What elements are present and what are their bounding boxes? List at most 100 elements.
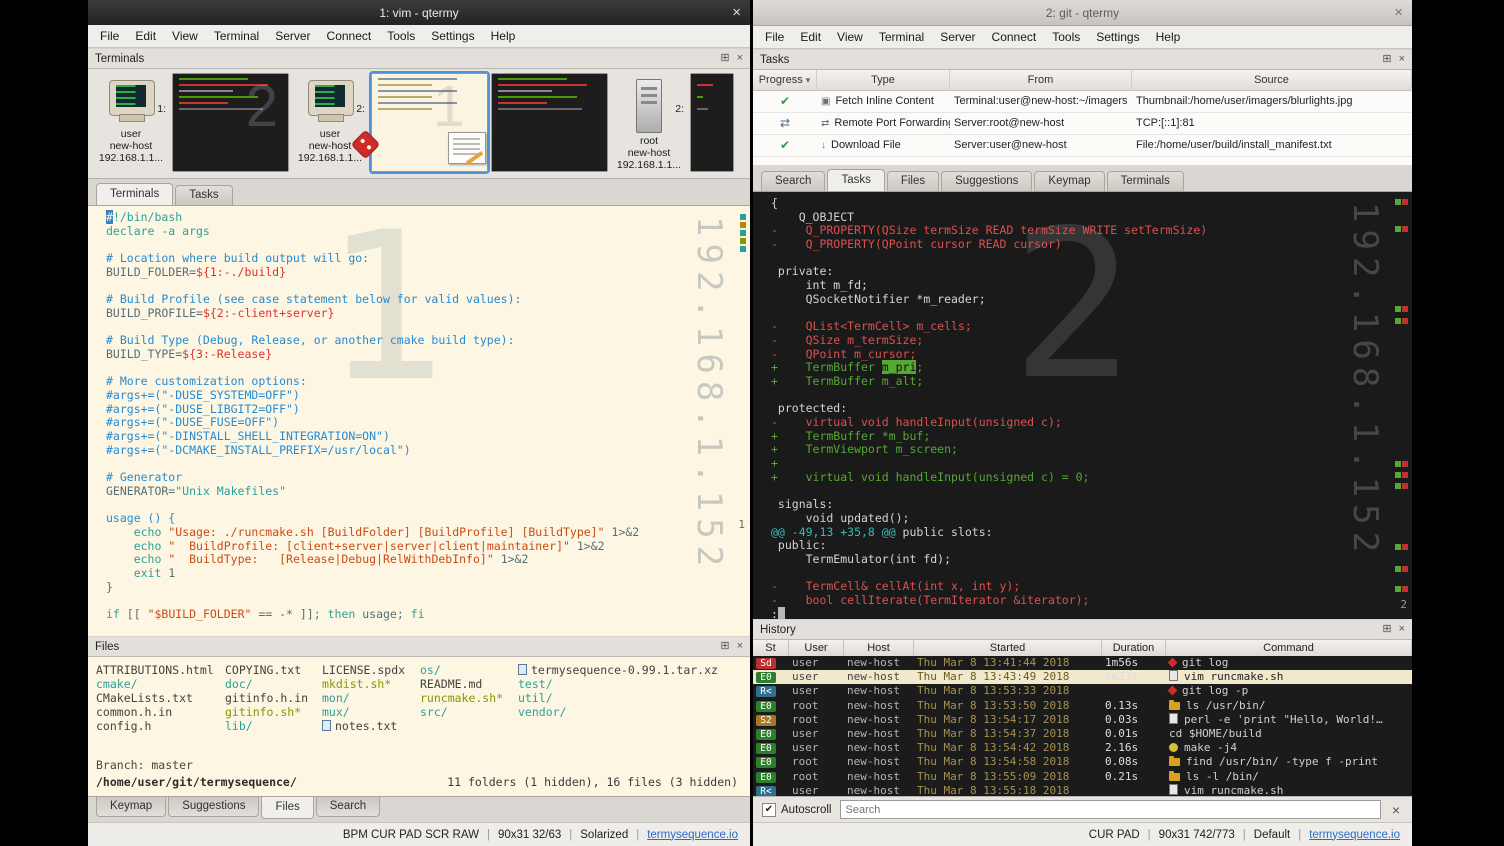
dock-close-icon[interactable]: × [1399, 624, 1405, 635]
tasks-header-from[interactable]: From [950, 70, 1132, 90]
file-item[interactable]: common.h.in [96, 705, 214, 719]
menu-view[interactable]: View [164, 27, 206, 45]
tab-keymap[interactable]: Keymap [1034, 171, 1104, 191]
menu-terminal[interactable]: Terminal [206, 27, 267, 45]
file-item[interactable]: cmake/ [96, 677, 214, 691]
autoscroll-checkbox[interactable]: ✔ Autoscroll [762, 803, 832, 817]
history-row[interactable]: E0usernew-hostThu Mar 8 13:54:42 20182.1… [753, 741, 1412, 755]
file-item[interactable]: mux/ [322, 705, 405, 719]
terminal-thumbnail[interactable]: 2:usernew-host192.168.1.1... [292, 73, 368, 172]
file-item[interactable]: LICENSE.spdx [322, 663, 405, 677]
tab-files[interactable]: Files [887, 171, 939, 191]
titlebar-vim-window[interactable]: 1: vim - qtermy × [88, 0, 750, 25]
tab-files[interactable]: Files [261, 797, 313, 819]
terminal-thumbnail[interactable]: 2 [172, 73, 289, 172]
tab-suggestions[interactable]: Suggestions [941, 171, 1032, 191]
history-row[interactable]: E0rootnew-hostThu Mar 8 13:54:58 20180.0… [753, 755, 1412, 769]
file-item[interactable]: test/ [518, 677, 718, 691]
search-close-icon[interactable]: × [1389, 802, 1403, 818]
window-close-icon[interactable]: × [732, 0, 741, 25]
menu-file[interactable]: File [757, 28, 792, 46]
file-item[interactable]: vendor/ [518, 705, 718, 719]
titlebar-git-window[interactable]: 2: git - qtermy × [753, 0, 1412, 26]
menu-view[interactable]: View [829, 28, 871, 46]
menu-file[interactable]: File [92, 27, 127, 45]
history-row[interactable]: R<usernew-hostThu Mar 8 13:55:18 2018vim… [753, 784, 1412, 796]
tab-terminals[interactable]: Terminals [96, 183, 173, 205]
dock-close-icon[interactable]: × [1399, 54, 1405, 65]
history-row[interactable]: E0usernew-hostThu Mar 8 13:54:37 20180.0… [753, 727, 1412, 741]
menu-terminal[interactable]: Terminal [871, 28, 932, 46]
terminal-thumbnail[interactable]: 2:rootnew-host192.168.1.1... [611, 73, 687, 172]
file-item[interactable]: lib/ [225, 719, 308, 733]
history-header-command[interactable]: Command [1166, 640, 1412, 656]
file-item[interactable]: config.h [96, 719, 214, 733]
menu-connect[interactable]: Connect [984, 28, 1045, 46]
file-item[interactable]: mon/ [322, 691, 405, 705]
history-row[interactable]: R<usernew-hostThu Mar 8 13:53:33 2018git… [753, 684, 1412, 698]
tasks-header-progress[interactable]: Progress▾ [753, 70, 817, 90]
tab-tasks[interactable]: Tasks [827, 169, 884, 191]
task-row[interactable]: ⇄⇄Remote Port ForwardingServer:root@new-… [753, 113, 1412, 135]
file-item[interactable]: notes.txt [322, 719, 405, 733]
history-header-user[interactable]: User [789, 640, 844, 656]
tab-search[interactable]: Search [316, 797, 380, 817]
terminal-thumbnail[interactable]: 1 [371, 73, 488, 172]
task-row[interactable]: ✔▣Fetch Inline ContentTerminal:user@new-… [753, 91, 1412, 113]
history-row[interactable]: E0usernew-hostThu Mar 8 13:43:49 20189m3… [753, 670, 1412, 684]
file-item[interactable]: mkdist.sh* [322, 677, 405, 691]
menu-edit[interactable]: Edit [127, 27, 164, 45]
terminal-thumbnail[interactable]: 1:usernew-host192.168.1.1... [93, 73, 169, 172]
menu-help[interactable]: Help [483, 27, 524, 45]
file-item[interactable]: doc/ [225, 677, 308, 691]
terminal-thumbnail[interactable] [491, 73, 608, 172]
file-item[interactable]: gitinfo.sh* [225, 705, 308, 719]
dock-float-icon[interactable]: ⊞ [1382, 624, 1391, 635]
history-row[interactable]: S2rootnew-hostThu Mar 8 13:54:17 20180.0… [753, 713, 1412, 727]
dock-close-icon[interactable]: × [737, 641, 743, 652]
file-item[interactable]: util/ [518, 691, 718, 705]
dock-close-icon[interactable]: × [737, 53, 743, 64]
terminal-vim[interactable]: 1 192.168.1.152 #!/bin/bashdeclare -a ar… [88, 206, 750, 636]
menu-edit[interactable]: Edit [792, 28, 829, 46]
window-close-icon[interactable]: × [1394, 0, 1403, 25]
tab-suggestions[interactable]: Suggestions [168, 797, 259, 817]
history-search-input[interactable] [840, 800, 1381, 819]
terminal-thumbnail[interactable] [690, 73, 734, 172]
menu-tools[interactable]: Tools [379, 27, 423, 45]
tab-tasks[interactable]: Tasks [175, 185, 232, 205]
task-row[interactable]: ✔↓Download FileServer:user@new-hostFile:… [753, 135, 1412, 157]
file-item[interactable]: CMakeLists.txt [96, 691, 214, 705]
menu-tools[interactable]: Tools [1044, 28, 1088, 46]
terminal-minimap[interactable]: 2 [1394, 196, 1410, 615]
tab-search[interactable]: Search [761, 171, 825, 191]
terminal-git[interactable]: 2 192.168.1.152 { Q_OBJECT- Q_PROPERTY(Q… [753, 192, 1412, 619]
history-row[interactable]: Sdusernew-hostThu Mar 8 13:41:44 20181m5… [753, 656, 1412, 670]
file-item[interactable]: termysequence-0.99.1.tar.xz [518, 663, 718, 677]
file-item[interactable]: gitinfo.h.in [225, 691, 308, 705]
history-row[interactable]: E0rootnew-hostThu Mar 8 13:55:09 20180.2… [753, 770, 1412, 784]
history-header-host[interactable]: Host [844, 640, 914, 656]
terminal-minimap[interactable]: 1 [732, 210, 748, 632]
menu-connect[interactable]: Connect [319, 27, 380, 45]
history-header-started[interactable]: Started [914, 640, 1102, 656]
menu-settings[interactable]: Settings [1088, 28, 1147, 46]
history-row[interactable]: E0rootnew-hostThu Mar 8 13:53:50 20180.1… [753, 699, 1412, 713]
history-header-st[interactable]: St [753, 640, 789, 656]
file-item[interactable]: os/ [420, 663, 503, 677]
tab-terminals[interactable]: Terminals [1107, 171, 1184, 191]
status-link[interactable]: termysequence.io [1309, 829, 1400, 841]
file-item[interactable]: src/ [420, 705, 503, 719]
tasks-header-type[interactable]: Type [817, 70, 950, 90]
menu-server[interactable]: Server [267, 27, 318, 45]
dock-float-icon[interactable]: ⊞ [720, 53, 729, 64]
file-item[interactable]: ATTRIBUTIONS.html [96, 663, 214, 677]
history-header-duration[interactable]: Duration [1102, 640, 1166, 656]
menu-server[interactable]: Server [932, 28, 983, 46]
file-item[interactable]: README.md [420, 677, 503, 691]
file-item[interactable]: runcmake.sh* [420, 691, 503, 705]
dock-float-icon[interactable]: ⊞ [720, 641, 729, 652]
dock-float-icon[interactable]: ⊞ [1382, 54, 1391, 65]
tasks-header-source[interactable]: Source [1132, 70, 1412, 90]
menu-settings[interactable]: Settings [423, 27, 482, 45]
